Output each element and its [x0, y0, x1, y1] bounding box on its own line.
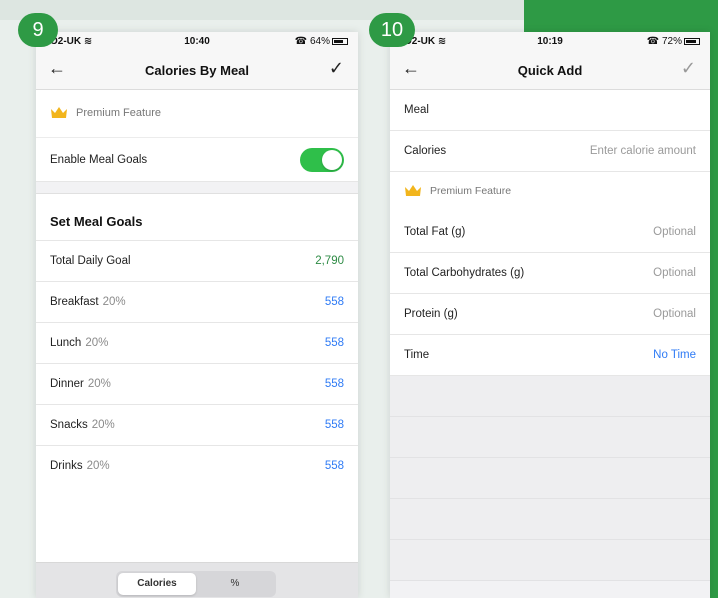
- enable-meal-goals-toggle[interactable]: [300, 148, 344, 172]
- meal-goal-value[interactable]: 558: [325, 337, 344, 349]
- save-check-icon[interactable]: ✓: [329, 58, 344, 79]
- premium-banner: Premium Feature: [36, 90, 358, 138]
- page-title: Calories By Meal: [144, 63, 250, 78]
- premium-label: Premium Feature: [76, 107, 161, 119]
- protein-row[interactable]: Protein (g) Optional: [390, 294, 710, 335]
- empty-row: [390, 540, 710, 581]
- total-goal-value: 2,790: [315, 255, 344, 267]
- meal-row-drinks[interactable]: Drinks 20% 558: [36, 446, 358, 487]
- battery-status: ☎ 72%: [647, 36, 700, 47]
- step-badge-10: 10: [369, 13, 415, 47]
- premium-banner: Premium Feature: [390, 172, 710, 212]
- total-goal-label: Total Daily Goal: [50, 255, 131, 267]
- green-accent-strip: [710, 0, 718, 598]
- time-row[interactable]: Time No Time: [390, 335, 710, 376]
- segment-percent[interactable]: %: [196, 573, 274, 595]
- step-badge-9: 9: [18, 13, 58, 47]
- field-label: Total Fat (g): [404, 226, 466, 238]
- status-bar: O2-UK ≋ 10:40 ☎ 64%: [36, 32, 358, 50]
- meal-row-breakfast[interactable]: Breakfast 20% 558: [36, 282, 358, 323]
- section-spacer: [36, 182, 358, 194]
- meal-goal-value[interactable]: 558: [325, 419, 344, 431]
- battery-percent: 72%: [661, 36, 682, 47]
- meal-name: Snacks: [50, 419, 88, 431]
- meal-goal-value[interactable]: 558: [325, 460, 344, 472]
- empty-row: [390, 458, 710, 499]
- meal-goal-value[interactable]: 558: [325, 378, 344, 390]
- battery-icon: [332, 37, 348, 45]
- section-title: Set Meal Goals: [50, 214, 143, 229]
- field-label: Total Carbohydrates (g): [404, 267, 525, 279]
- nav-bar: ← Calories By Meal ✓: [36, 50, 358, 90]
- battery-icon: [684, 37, 700, 45]
- total-fat-row[interactable]: Total Fat (g) Optional: [390, 212, 710, 253]
- call-icon: ☎: [646, 36, 660, 47]
- meal-percent: 20%: [91, 419, 115, 431]
- battery-status: ☎ 64%: [295, 36, 348, 47]
- protein-input[interactable]: Optional: [653, 308, 696, 320]
- call-icon: ☎: [294, 36, 308, 47]
- meal-percent: 20%: [85, 337, 109, 349]
- green-accent-block: [524, 0, 718, 32]
- meal-label: Meal: [404, 104, 429, 116]
- crown-icon: [51, 107, 67, 118]
- total-goal-row: Total Daily Goal 2,790: [36, 241, 358, 282]
- meal-name: Lunch: [50, 337, 82, 349]
- meal-name: Dinner: [50, 378, 84, 390]
- calories-label: Calories: [404, 145, 447, 157]
- meal-percent: 20%: [86, 460, 110, 472]
- total-carbohydrates-row[interactable]: Total Carbohydrates (g) Optional: [390, 253, 710, 294]
- empty-row: [390, 499, 710, 540]
- total-carbohydrates-input[interactable]: Optional: [653, 267, 696, 279]
- calories-by-meal-screen: O2-UK ≋ 10:40 ☎ 64% ← Calories By Meal ✓…: [36, 32, 358, 598]
- list-filler: [36, 485, 358, 562]
- quick-add-screen: O2-UK ≋ 10:19 ☎ 72% ← Quick Add ✓ Meal C…: [390, 32, 710, 598]
- battery-percent: 64%: [309, 36, 330, 47]
- time-label: Time: [404, 349, 430, 361]
- meal-row-lunch[interactable]: Lunch 20% 558: [36, 323, 358, 364]
- crown-icon: [405, 185, 421, 196]
- calories-row[interactable]: Calories Enter calorie amount: [390, 131, 710, 172]
- segment-bar: Calories %: [36, 562, 358, 598]
- meal-goal-value[interactable]: 558: [325, 296, 344, 308]
- status-bar: O2-UK ≋ 10:19 ☎ 72%: [390, 32, 710, 50]
- enable-meal-goals-row: Enable Meal Goals: [36, 138, 358, 182]
- total-fat-input[interactable]: Optional: [653, 226, 696, 238]
- meal-row[interactable]: Meal: [390, 90, 710, 131]
- enable-meal-goals-label: Enable Meal Goals: [50, 154, 148, 166]
- save-check-icon[interactable]: ✓: [681, 58, 696, 79]
- meal-name: Breakfast: [50, 296, 99, 308]
- field-label: Protein (g): [404, 308, 458, 320]
- meal-percent: 20%: [87, 378, 111, 390]
- meal-row-dinner[interactable]: Dinner 20% 558: [36, 364, 358, 405]
- units-segmented-control: Calories %: [116, 571, 276, 597]
- time-value[interactable]: No Time: [653, 349, 696, 361]
- segment-calories[interactable]: Calories: [118, 573, 196, 595]
- nav-bar: ← Quick Add ✓: [390, 50, 710, 90]
- section-header: Set Meal Goals: [36, 194, 358, 241]
- meal-percent: 20%: [102, 296, 126, 308]
- meal-name: Drinks: [50, 460, 83, 472]
- calories-input[interactable]: Enter calorie amount: [590, 145, 696, 157]
- page-title: Quick Add: [517, 63, 583, 78]
- empty-row: [390, 417, 710, 458]
- premium-label: Premium Feature: [430, 185, 512, 197]
- empty-row: [390, 376, 710, 417]
- meal-row-snacks[interactable]: Snacks 20% 558: [36, 405, 358, 446]
